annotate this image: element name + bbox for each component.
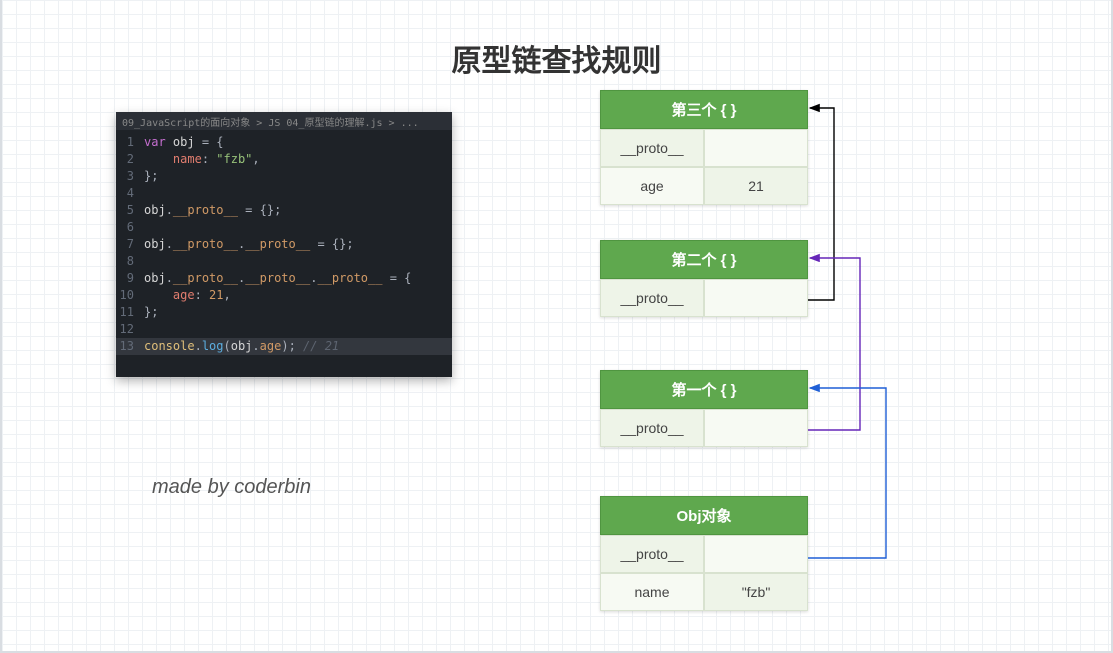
code-content: obj.__proto__.__proto__.__proto__ = { — [144, 270, 411, 287]
editor-line: 2 name: "fzb", — [116, 151, 452, 168]
editor-line: 6 — [116, 219, 452, 236]
cell-key: __proto__ — [600, 535, 704, 573]
cell-val — [704, 409, 808, 447]
line-number: 13 — [116, 338, 144, 355]
code-editor: 09_JavaScript的面向对象 > JS 04_原型链的理解.js > .… — [116, 112, 452, 377]
line-number: 4 — [116, 185, 144, 202]
line-number: 8 — [116, 253, 144, 270]
code-content: }; — [144, 168, 158, 185]
code-content: console.log(obj.age); // 21 — [144, 338, 339, 355]
code-content: obj.__proto__.__proto__ = {}; — [144, 236, 354, 253]
box-obj-header: Obj对象 — [600, 496, 808, 535]
cell-val — [704, 279, 808, 317]
editor-line: 8 — [116, 253, 452, 270]
cell-key: __proto__ — [600, 279, 704, 317]
box-second-header: 第二个 { } — [600, 240, 808, 279]
editor-line: 13console.log(obj.age); // 21 — [116, 338, 452, 355]
box-third-header: 第三个 { } — [600, 90, 808, 129]
editor-line: 10 age: 21, — [116, 287, 452, 304]
line-number: 3 — [116, 168, 144, 185]
code-content: var obj = { — [144, 134, 224, 151]
line-number: 1 — [116, 134, 144, 151]
code-content: }; — [144, 304, 158, 321]
code-content: age: 21, — [144, 287, 231, 304]
line-number: 12 — [116, 321, 144, 338]
editor-line: 5obj.__proto__ = {}; — [116, 202, 452, 219]
line-number: 7 — [116, 236, 144, 253]
editor-line: 7obj.__proto__.__proto__ = {}; — [116, 236, 452, 253]
cell-key: __proto__ — [600, 409, 704, 447]
line-number: 2 — [116, 151, 144, 168]
cell-val — [704, 129, 808, 167]
box-obj: Obj对象 __proto__ name "fzb" — [600, 496, 808, 611]
editor-line: 1var obj = { — [116, 134, 452, 151]
page-title: 原型链查找规则 — [0, 36, 1113, 80]
line-number: 9 — [116, 270, 144, 287]
line-number: 6 — [116, 219, 144, 236]
box-first-header: 第一个 { } — [600, 370, 808, 409]
code-content: name: "fzb", — [144, 151, 260, 168]
code-content: obj.__proto__ = {}; — [144, 202, 281, 219]
box-second: 第二个 { } __proto__ — [600, 240, 808, 317]
editor-lines: 1var obj = {2 name: "fzb",3};45obj.__pro… — [116, 130, 452, 359]
line-number: 10 — [116, 287, 144, 304]
line-number: 11 — [116, 304, 144, 321]
editor-line: 4 — [116, 185, 452, 202]
cell-val — [704, 535, 808, 573]
line-number: 5 — [116, 202, 144, 219]
cell-key: name — [600, 573, 704, 611]
editor-line: 9obj.__proto__.__proto__.__proto__ = { — [116, 270, 452, 287]
editor-line: 12 — [116, 321, 452, 338]
cell-val: 21 — [704, 167, 808, 205]
cell-key: age — [600, 167, 704, 205]
editor-line: 11}; — [116, 304, 452, 321]
editor-line: 3}; — [116, 168, 452, 185]
credit-text: made by coderbin — [152, 476, 311, 499]
box-third: 第三个 { } __proto__ age 21 — [600, 90, 808, 205]
cell-key: __proto__ — [600, 129, 704, 167]
box-first: 第一个 { } __proto__ — [600, 370, 808, 447]
editor-tab: 09_JavaScript的面向对象 > JS 04_原型链的理解.js > .… — [116, 112, 452, 130]
cell-val: "fzb" — [704, 573, 808, 611]
